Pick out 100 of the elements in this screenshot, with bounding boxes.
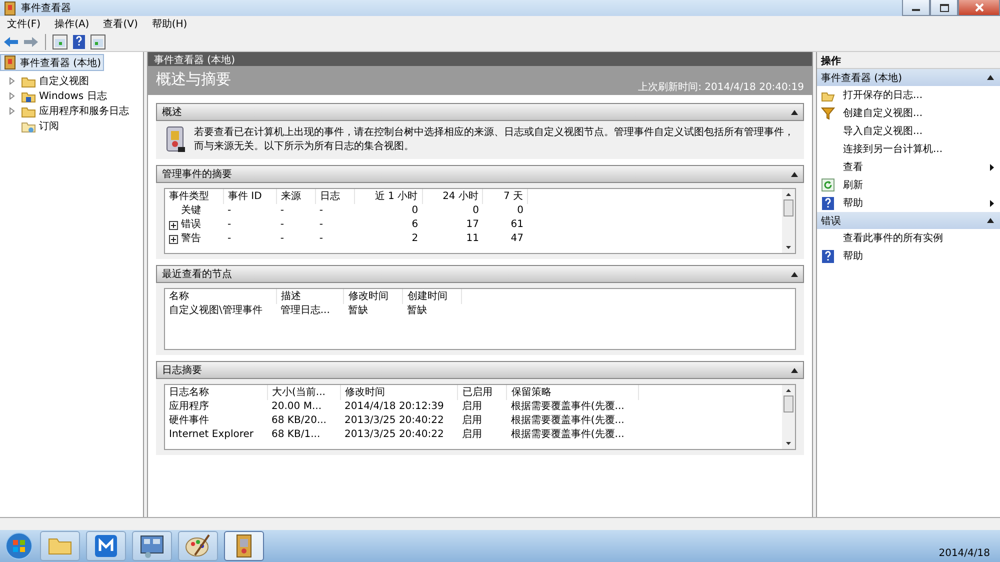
- column-header[interactable]: 修改时间: [344, 289, 403, 304]
- event-viewer-icon: [3, 55, 17, 70]
- event-viewer-icon: [3, 0, 17, 16]
- column-header[interactable]: 7 天: [482, 189, 528, 204]
- table-cell-text: 68 KB/1...: [270, 428, 322, 442]
- taskbar-button[interactable]: [132, 531, 172, 561]
- action-link[interactable]: 连接到另一台计算机...: [843, 142, 994, 156]
- pane-header: 事件查看器 (本地): [148, 52, 812, 66]
- section-title: 最近查看的节点: [162, 268, 232, 281]
- table-cell-text: -: [318, 232, 324, 246]
- action-link[interactable]: 刷新: [843, 178, 994, 192]
- tree-item[interactable]: 应用程序和服务日志: [19, 103, 131, 118]
- table-cell: 暂缺: [402, 304, 462, 318]
- action-link[interactable]: 导入自定义视图...: [843, 124, 994, 138]
- section-title: 管理事件的摘要: [162, 168, 232, 181]
- expand-plus-icon[interactable]: [169, 220, 178, 230]
- collapse-caret-icon[interactable]: [987, 218, 994, 223]
- taskbar-button[interactable]: [178, 531, 218, 561]
- table-cell-text: 启用: [460, 428, 483, 442]
- table-cell-text: 61: [510, 218, 525, 232]
- menu-item[interactable]: 文件(F): [7, 17, 41, 31]
- table-cell-text: -: [318, 218, 324, 232]
- table-cell-text: 47: [510, 232, 525, 246]
- menu-item[interactable]: 帮助(H): [152, 17, 188, 31]
- column-header[interactable]: 来源: [276, 189, 316, 204]
- help-icon: [821, 249, 835, 263]
- section-header[interactable]: 概述: [156, 103, 804, 121]
- overview-text: 若要查看已在计算机上出现的事件，请在控制台树中选择相应的来源、日志或自定义视图节点。管理事件自定义试图包括所有管理事件，而与来源无关。以下所示为所有日志的集合视图。: [194, 126, 795, 154]
- refresh-time: 上次刷新时间: 2014/4/18 20:40:19: [638, 80, 804, 95]
- table-cell-text: Internet Explorer: [168, 428, 255, 442]
- expand-arrow-icon[interactable]: [8, 106, 16, 114]
- action-pane-icon[interactable]: [90, 34, 106, 50]
- expand-plus-icon[interactable]: [169, 234, 178, 244]
- taskbar-button[interactable]: [86, 531, 126, 561]
- action-link[interactable]: 帮助: [843, 249, 994, 263]
- menu-item[interactable]: 操作(A): [54, 17, 90, 31]
- expand-arrow-icon[interactable]: [8, 92, 16, 100]
- table-cell-text: 根据需要覆盖事件(先覆...: [510, 428, 626, 442]
- table-cell: 关键: [181, 205, 201, 217]
- table-cell-text: 11: [465, 232, 480, 246]
- table-cell: 根据需要覆盖事件(先覆...: [506, 400, 638, 414]
- minimize-button[interactable]: [902, 0, 930, 16]
- collapse-caret-icon[interactable]: [987, 75, 994, 80]
- taskbar-button[interactable]: [224, 531, 264, 561]
- column-header[interactable]: 名称: [165, 289, 276, 304]
- action-link[interactable]: 打开保存的日志...: [843, 88, 994, 102]
- close-button[interactable]: [958, 0, 1000, 16]
- section-header[interactable]: 最近查看的节点: [156, 265, 804, 283]
- column-header[interactable]: 保留策略: [506, 385, 638, 400]
- section-header[interactable]: 日志摘要: [156, 361, 804, 379]
- column-header[interactable]: 大小(当前...: [268, 385, 340, 400]
- table-cell-text: -: [279, 218, 285, 232]
- column-header[interactable]: 近 1 小时: [354, 189, 422, 204]
- start-button[interactable]: [4, 531, 34, 561]
- action-link[interactable]: 查看: [843, 160, 982, 174]
- help-icon[interactable]: [72, 34, 86, 50]
- back-arrow-icon[interactable]: [3, 34, 19, 48]
- table-cell-text: 6: [410, 218, 420, 232]
- tree-item[interactable]: Windows 日志: [19, 88, 109, 103]
- table-cell: 2014/4/18 20:12:39: [340, 400, 458, 414]
- table-cell-text: 启用: [460, 414, 483, 428]
- collapse-caret-icon[interactable]: [791, 172, 798, 176]
- action-group-header[interactable]: 错误: [817, 212, 1000, 229]
- column-header[interactable]: 日志: [315, 189, 354, 204]
- collapse-caret-icon[interactable]: [791, 368, 798, 372]
- table-cell: -: [276, 204, 316, 218]
- column-header[interactable]: 日志名称: [165, 385, 268, 400]
- tree-item[interactable]: 事件查看器 (本地): [0, 54, 104, 71]
- table-cell: -: [224, 204, 276, 218]
- tree-item[interactable]: 自定义视图: [19, 73, 91, 88]
- collapse-caret-icon[interactable]: [791, 272, 798, 276]
- column-header[interactable]: 描述: [276, 289, 344, 304]
- action-link[interactable]: 帮助: [843, 196, 982, 210]
- column-header[interactable]: 24 小时: [422, 189, 483, 204]
- action-link[interactable]: 查看此事件的所有实例: [843, 231, 994, 245]
- table-cell: 20.00 M...: [268, 400, 340, 414]
- column-header[interactable]: 修改时间: [340, 385, 458, 400]
- refresh-icon: [821, 178, 835, 192]
- menu-item[interactable]: 查看(V): [103, 17, 138, 31]
- table-cell: 启用: [458, 400, 507, 414]
- expand-arrow-icon[interactable]: [8, 76, 16, 84]
- console-tree-icon[interactable]: [52, 34, 68, 50]
- column-header[interactable]: 事件 ID: [224, 189, 276, 204]
- table-cell-text: 2013/3/25 20:40:22: [343, 428, 445, 442]
- tree-item[interactable]: 订阅: [19, 118, 61, 133]
- table-cell: 0: [422, 204, 483, 218]
- action-link[interactable]: 创建自定义视图...: [843, 106, 994, 120]
- action-group-header[interactable]: 事件查看器 (本地): [817, 69, 1000, 86]
- help-icon: [821, 196, 835, 210]
- table-cell: 自定义视图\管理事件: [165, 304, 276, 318]
- column-header[interactable]: 事件类型: [165, 189, 224, 204]
- table-cell-text: 根据需要覆盖事件(先覆...: [510, 414, 626, 428]
- table-cell-text: 硬件事件: [168, 414, 210, 428]
- close-icon: [974, 3, 984, 12]
- collapse-caret-icon[interactable]: [791, 110, 798, 114]
- table-cell: 暂缺: [344, 304, 403, 318]
- section-header[interactable]: 管理事件的摘要: [156, 165, 804, 183]
- column-header[interactable]: 创建时间: [402, 289, 462, 304]
- maximize-button[interactable]: [930, 0, 958, 16]
- column-header[interactable]: 已启用: [458, 385, 507, 400]
